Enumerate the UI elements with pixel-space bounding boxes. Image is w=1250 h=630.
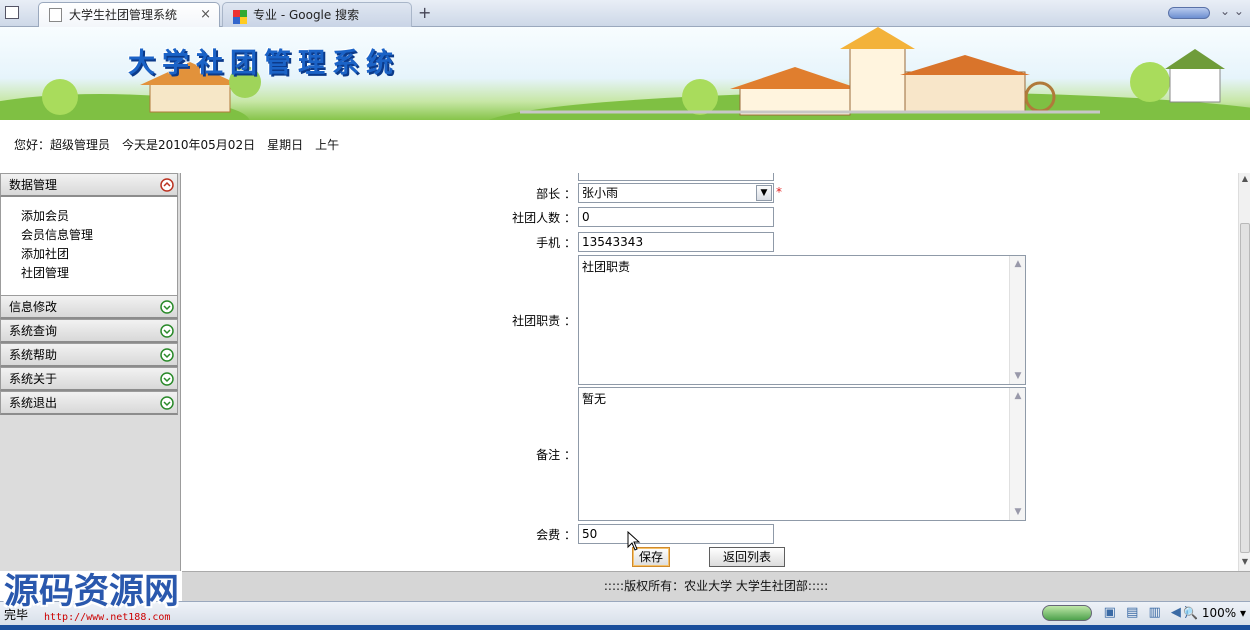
sidebar-submenu: 添加会员 会员信息管理 添加社团 社团管理 [0, 197, 178, 295]
tab-club-system[interactable]: 大学生社团管理系统 × [38, 2, 220, 27]
expand-icon[interactable] [160, 300, 174, 314]
sidebar-section-system-help[interactable]: 系统帮助 [0, 343, 178, 367]
sidebar-item-club-management[interactable]: 社团管理 [21, 264, 177, 283]
zoom-value: 100% [1201, 606, 1237, 620]
remark-textarea-value: 暂无 [582, 392, 607, 406]
page-icon [49, 8, 62, 22]
phone-input[interactable] [578, 232, 774, 252]
tab-title: 专业 - Google 搜索 [253, 8, 360, 22]
fee-input[interactable] [578, 524, 774, 544]
new-tab-button[interactable]: + [418, 3, 431, 22]
sidebar-section-label: 数据管理 [9, 178, 58, 192]
duty-textarea-value: 社团职责 [582, 260, 631, 274]
browser-status-bar: 完毕 ▣ ▤ ▥ ◀) 🔍 100% ▾ [0, 601, 1250, 625]
leader-label: 部长 ： [536, 187, 576, 201]
scroll-down-icon[interactable]: ▼ [1011, 369, 1025, 383]
window-controls-icon[interactable]: ⌄ ⌄ [1220, 4, 1244, 18]
toggle-icon[interactable] [1042, 605, 1092, 621]
sidebar-section-system-about[interactable]: 系统关于 [0, 367, 178, 391]
sidebar-section-system-query[interactable]: 系统查询 [0, 319, 178, 343]
browser-tab-strip: 大学生社团管理系统 × 专业 - Google 搜索 + ⌄ ⌄ [0, 0, 1250, 27]
members-label: 社团人数 ： [512, 211, 576, 225]
expand-icon[interactable] [160, 348, 174, 362]
club-edit-form: 部长 ： 张小雨 ▼ * 社团人数 ： 手机 ： 社团职责 ： 社团职责 ▲ ▼… [182, 173, 1238, 571]
sidebar: 数据管理 添加会员 会员信息管理 添加社团 社团管理 信息修改 系统查询 系统帮… [0, 173, 181, 571]
scrollbar-thumb[interactable] [1240, 223, 1250, 553]
banner-title: 大学社团管理系统 [128, 48, 400, 79]
sidebar-item-add-member[interactable]: 添加会员 [21, 207, 177, 226]
duty-textarea[interactable]: 社团职责 ▲ ▼ [578, 255, 1026, 385]
sidebar-section-data-management[interactable]: 数据管理 [0, 173, 178, 197]
expand-icon[interactable] [160, 396, 174, 410]
sidebar-item-add-club[interactable]: 添加社团 [21, 245, 177, 264]
scroll-up-icon[interactable]: ▲ [1239, 174, 1250, 187]
tab-close-icon[interactable]: × [200, 3, 211, 27]
textarea-scrollbar[interactable]: ▲ ▼ [1009, 388, 1025, 520]
scroll-down-icon[interactable]: ▼ [1011, 505, 1025, 519]
remark-label: 备注 ： [536, 448, 576, 462]
watermark-url: http://www.net188.com [44, 612, 171, 623]
site-banner: 大学社团管理系统 [0, 27, 1250, 120]
collapse-icon[interactable] [160, 178, 174, 192]
scroll-up-icon[interactable]: ▲ [1011, 257, 1025, 271]
sidebar-section-label: 系统查询 [9, 324, 58, 338]
sidebar-section-label: 系统退出 [9, 396, 58, 410]
sidebar-section-label: 信息修改 [9, 300, 58, 314]
scrolled-field[interactable] [578, 173, 774, 181]
back-to-list-button[interactable]: 返回列表 [709, 547, 785, 567]
scroll-down-icon[interactable]: ▼ [1239, 557, 1250, 570]
mouse-cursor-icon [627, 531, 641, 551]
remark-textarea[interactable]: 暂无 ▲ ▼ [578, 387, 1026, 521]
watermark-logo: 源码资源网 [4, 572, 180, 612]
status-tray-icons[interactable]: ▣ ▤ ▥ ◀) [1104, 605, 1192, 620]
sidebar-section-info-edit[interactable]: 信息修改 [0, 295, 178, 319]
scroll-up-icon[interactable]: ▲ [1011, 389, 1025, 403]
tab-title: 大学生社团管理系统 [69, 8, 178, 22]
sidebar-item-member-management[interactable]: 会员信息管理 [21, 226, 177, 245]
zoom-level[interactable]: 🔍 100% ▾ [1183, 606, 1246, 620]
greeting-text: 您好：超级管理员 今天是2010年05月02日 星期日 上午 [14, 138, 340, 152]
taskbar-strip [0, 625, 1250, 630]
phone-label: 手机 ： [536, 236, 576, 250]
main-scrollbar[interactable]: ▲ ▼ [1238, 173, 1250, 571]
leader-select-value: 张小雨 [582, 186, 619, 200]
leader-select[interactable]: 张小雨 ▼ [578, 183, 774, 203]
chevron-down-icon[interactable]: ▼ [756, 185, 772, 201]
textarea-scrollbar[interactable]: ▲ ▼ [1009, 256, 1025, 384]
required-marker: * [776, 185, 782, 199]
page-footer: :::::版权所有：农业大学 大学生社团部::::: [182, 571, 1250, 601]
expand-icon[interactable] [160, 372, 174, 386]
sidebar-section-label: 系统关于 [9, 372, 58, 386]
expand-icon[interactable] [160, 324, 174, 338]
members-input[interactable] [578, 207, 774, 227]
duty-label: 社团职责 ： [512, 314, 576, 328]
sidebar-section-system-exit[interactable]: 系统退出 [0, 391, 178, 415]
toolbar-toggle-icon[interactable] [1168, 7, 1210, 19]
google-icon [233, 8, 247, 24]
tab-google-search[interactable]: 专业 - Google 搜索 [222, 2, 412, 27]
sidebar-section-label: 系统帮助 [9, 348, 58, 362]
fee-label: 会费 ： [536, 528, 576, 542]
window-menu-icon[interactable] [5, 6, 19, 19]
